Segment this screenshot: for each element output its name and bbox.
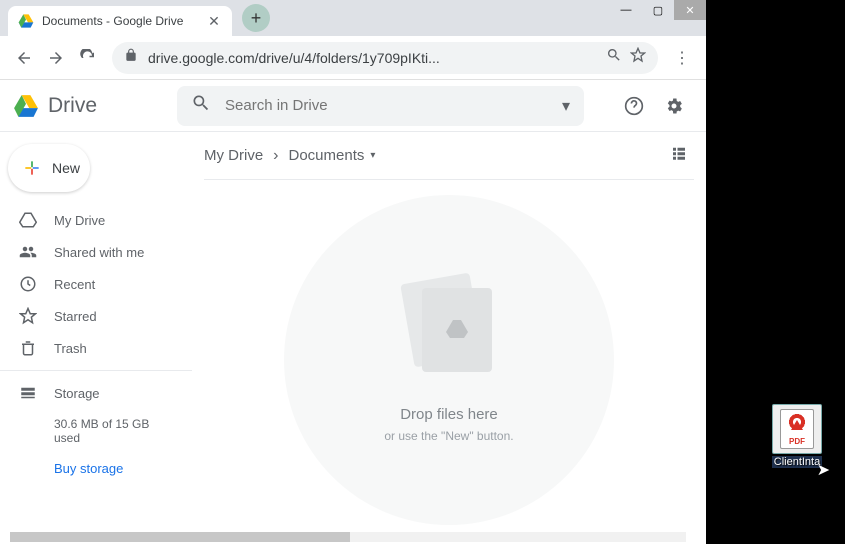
lock-icon — [124, 48, 138, 67]
back-button[interactable] — [8, 42, 40, 74]
browser-tab[interactable]: Documents - Google Drive ✕ — [8, 6, 232, 36]
breadcrumb-current[interactable]: Documents — [289, 147, 365, 164]
cursor-icon: ➤ — [817, 460, 830, 480]
forward-button[interactable] — [40, 42, 72, 74]
main-area: New My Drive Shared with me Recent Starr… — [0, 132, 706, 544]
sidebar-divider — [0, 370, 192, 371]
search-options-icon[interactable]: ▾ — [562, 96, 570, 116]
list-view-button[interactable] — [664, 138, 694, 173]
url-text: drive.google.com/drive/u/4/folders/1y709… — [148, 50, 598, 66]
drive-logo[interactable]: Drive — [12, 93, 97, 119]
sidebar-item-recent[interactable]: Recent — [0, 268, 192, 300]
help-button[interactable] — [614, 86, 654, 126]
zoom-icon[interactable] — [606, 47, 622, 68]
drive-favicon-icon — [18, 13, 34, 29]
sidebar-item-label: Recent — [54, 277, 95, 292]
sidebar-item-label: My Drive — [54, 213, 105, 228]
file-drop-icon — [404, 278, 494, 378]
scrollbar-thumb[interactable] — [10, 532, 350, 542]
drop-title: Drop files here — [400, 406, 498, 423]
drive-logo-text: Drive — [48, 94, 97, 118]
drive-header: Drive ▾ — [0, 80, 706, 132]
star-icon[interactable] — [630, 47, 646, 68]
browser-window: Documents - Google Drive ✕ + — ▢ ✕ drive… — [0, 0, 706, 544]
chevron-right-icon: › — [273, 147, 278, 165]
plus-icon — [22, 158, 42, 178]
recent-icon — [18, 275, 38, 293]
search-box[interactable]: ▾ — [177, 86, 584, 126]
minimize-button[interactable]: — — [610, 0, 642, 20]
breadcrumb-dropdown-icon[interactable]: ▾ — [370, 150, 375, 161]
sidebar-item-label: Starred — [54, 309, 97, 324]
storage-used-text: 30.6 MB of 15 GB used — [0, 409, 192, 453]
address-bar: drive.google.com/drive/u/4/folders/1y709… — [0, 36, 706, 80]
content-area: My Drive › Documents ▾ Drop files here o… — [192, 132, 706, 544]
buy-storage-link[interactable]: Buy storage — [0, 453, 192, 484]
new-button-label: New — [52, 160, 80, 176]
new-tab-button[interactable]: + — [242, 4, 270, 32]
pdf-icon: PDF — [772, 404, 822, 454]
sidebar-item-label: Shared with me — [54, 245, 144, 260]
sidebar-item-trash[interactable]: Trash — [0, 332, 192, 364]
browser-menu-button[interactable]: ⋮ — [666, 42, 698, 74]
tab-title: Documents - Google Drive — [42, 14, 206, 28]
dropzone[interactable]: Drop files here or use the "New" button. — [204, 180, 694, 540]
desktop-pdf-file[interactable]: PDF ClientInta — [762, 404, 832, 468]
tab-close-icon[interactable]: ✕ — [206, 13, 222, 29]
drop-subtitle: or use the "New" button. — [384, 429, 513, 443]
window-close-button[interactable]: ✕ — [674, 0, 706, 20]
breadcrumb-root[interactable]: My Drive — [204, 147, 263, 164]
new-button[interactable]: New — [8, 144, 90, 192]
sidebar-item-shared[interactable]: Shared with me — [0, 236, 192, 268]
settings-button[interactable] — [654, 86, 694, 126]
browser-titlebar: Documents - Google Drive ✕ + — ▢ ✕ — [0, 0, 706, 36]
sidebar-item-mydrive[interactable]: My Drive — [0, 204, 192, 236]
window-controls: — ▢ ✕ — [610, 0, 706, 20]
search-input[interactable] — [225, 97, 562, 114]
pdf-badge: PDF — [783, 437, 811, 446]
storage-icon — [18, 384, 38, 402]
horizontal-scrollbar[interactable] — [10, 532, 686, 542]
drive-icon — [18, 211, 38, 229]
shared-icon — [18, 243, 38, 261]
breadcrumb: My Drive › Documents ▾ — [204, 132, 694, 180]
reload-button[interactable] — [72, 42, 104, 74]
drop-circle: Drop files here or use the "New" button. — [284, 195, 614, 525]
sidebar-item-label: Trash — [54, 341, 87, 356]
sidebar-item-storage[interactable]: Storage — [0, 377, 192, 409]
search-icon — [191, 93, 211, 118]
desktop-file-name: ClientInta — [772, 456, 822, 468]
drive-logo-icon — [12, 93, 40, 119]
sidebar: New My Drive Shared with me Recent Starr… — [0, 132, 192, 544]
sidebar-item-starred[interactable]: Starred — [0, 300, 192, 332]
url-box[interactable]: drive.google.com/drive/u/4/folders/1y709… — [112, 42, 658, 74]
trash-icon — [18, 339, 38, 357]
maximize-button[interactable]: ▢ — [642, 0, 674, 20]
sidebar-item-label: Storage — [54, 386, 100, 401]
starred-icon — [18, 307, 38, 325]
